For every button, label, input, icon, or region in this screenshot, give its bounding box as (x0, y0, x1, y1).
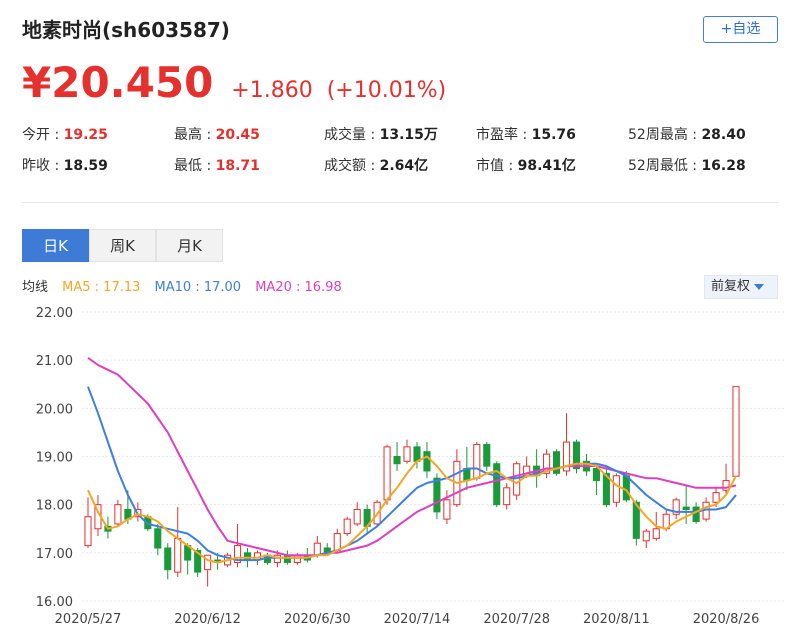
x-tick-label: 2020/5/27 (55, 612, 122, 627)
candle-down (164, 547, 172, 571)
candle-down (283, 554, 291, 563)
y-tick-label: 17.00 (36, 547, 73, 562)
candle-up (313, 542, 321, 556)
x-tick-label: 2020/8/26 (693, 612, 760, 627)
stat-low: 最低 : 18.71 (174, 158, 260, 174)
candle-down (433, 477, 441, 513)
candle-down (243, 552, 252, 561)
candle-up (642, 530, 650, 542)
candle-up (473, 443, 481, 479)
tab-daily-k[interactable]: 日K (22, 229, 89, 262)
ma5-legend: MA5 : 17.13 (62, 280, 141, 295)
period-tabs: 日K 周K 月K (22, 229, 223, 262)
ma-legend-label: 均线 (22, 280, 49, 295)
kline-chart: 22.00 21.00 20.00 19.00 18.00 17.00 16.00 2020/… (36, 306, 784, 627)
add-watchlist-button[interactable]: +自选 (703, 16, 778, 43)
candle-down (483, 443, 491, 467)
candle-down (553, 451, 561, 474)
x-tick-label: 2020/6/30 (284, 612, 351, 627)
ma10-legend: MA10 : 17.00 (154, 280, 242, 295)
candle-up (114, 504, 122, 525)
x-tick-label: 2020/7/14 (384, 612, 451, 627)
stat-open: 今开 : 19.25 (22, 127, 108, 143)
stat-high: 最高 : 20.45 (174, 127, 260, 143)
candle-up (612, 475, 620, 503)
candle-up (503, 487, 511, 506)
y-tick-label: 21.00 (36, 354, 73, 369)
candle-up (652, 528, 660, 539)
candle-down (423, 451, 431, 472)
ma20-legend: MA20 : 16.98 (255, 280, 342, 295)
adjust-dropdown[interactable]: 前复权 (704, 275, 778, 299)
y-tick-label: 16.00 (36, 595, 73, 610)
candle-up (383, 446, 391, 501)
stat-turnover: 成交额 : 2.64亿 (324, 158, 429, 174)
candle-up (84, 516, 92, 547)
candle-up (343, 518, 351, 535)
x-tick-label: 2020/6/12 (174, 612, 241, 627)
caret-down-icon (754, 283, 765, 290)
candle-up (732, 386, 740, 477)
candle-down (682, 506, 690, 510)
y-tick-label: 22.00 (36, 306, 73, 321)
adjust-dropdown-label: 前复权 (711, 279, 751, 294)
stat-volume: 成交量 : 13.15万 (324, 127, 438, 143)
candle-down (592, 468, 600, 482)
candle-down (413, 446, 421, 462)
stat-prev-close: 昨收 : 18.59 (22, 158, 108, 174)
price-row: ¥20.450 +1.860 (+10.01%) (22, 58, 446, 108)
current-price: ¥20.450 (22, 58, 214, 107)
x-tick-label: 2020/7/28 (483, 612, 550, 627)
candle-up (333, 533, 341, 551)
x-tick-label: 2020/8/11 (583, 612, 650, 627)
candle-down (154, 528, 162, 549)
stat-52w-low: 52周最低 : 16.28 (628, 158, 746, 174)
divider (22, 202, 779, 203)
candle-up (353, 508, 361, 525)
stat-pe: 市盈率 : 15.76 (476, 127, 576, 143)
candle-up (513, 463, 521, 496)
price-change-percent: (+10.01%) (326, 78, 447, 103)
candle-up (443, 499, 451, 520)
candle-up (174, 537, 182, 573)
y-tick-label: 18.00 (36, 499, 73, 514)
candle-down (692, 506, 700, 523)
price-change: +1.860 (231, 78, 313, 103)
tab-weekly-k[interactable]: 周K (89, 229, 156, 262)
candle-up (712, 492, 720, 503)
candle-up (403, 446, 411, 462)
stock-title: 地素时尚(sh603587) (22, 18, 230, 42)
y-tick-label: 20.00 (36, 402, 73, 417)
y-tick-label: 19.00 (36, 451, 73, 466)
candle-up (293, 554, 301, 563)
stat-market-cap: 市值 : 98.41亿 (476, 158, 576, 174)
candle-down (493, 463, 501, 506)
tab-monthly-k[interactable]: 月K (156, 229, 223, 262)
ma-legend: 均线 MA5 : 17.13 MA10 : 17.00 MA20 : 16.98 (22, 276, 352, 295)
candle-down (622, 475, 630, 501)
stat-52w-high: 52周最高 : 28.40 (628, 127, 746, 143)
candle-down (393, 456, 401, 465)
